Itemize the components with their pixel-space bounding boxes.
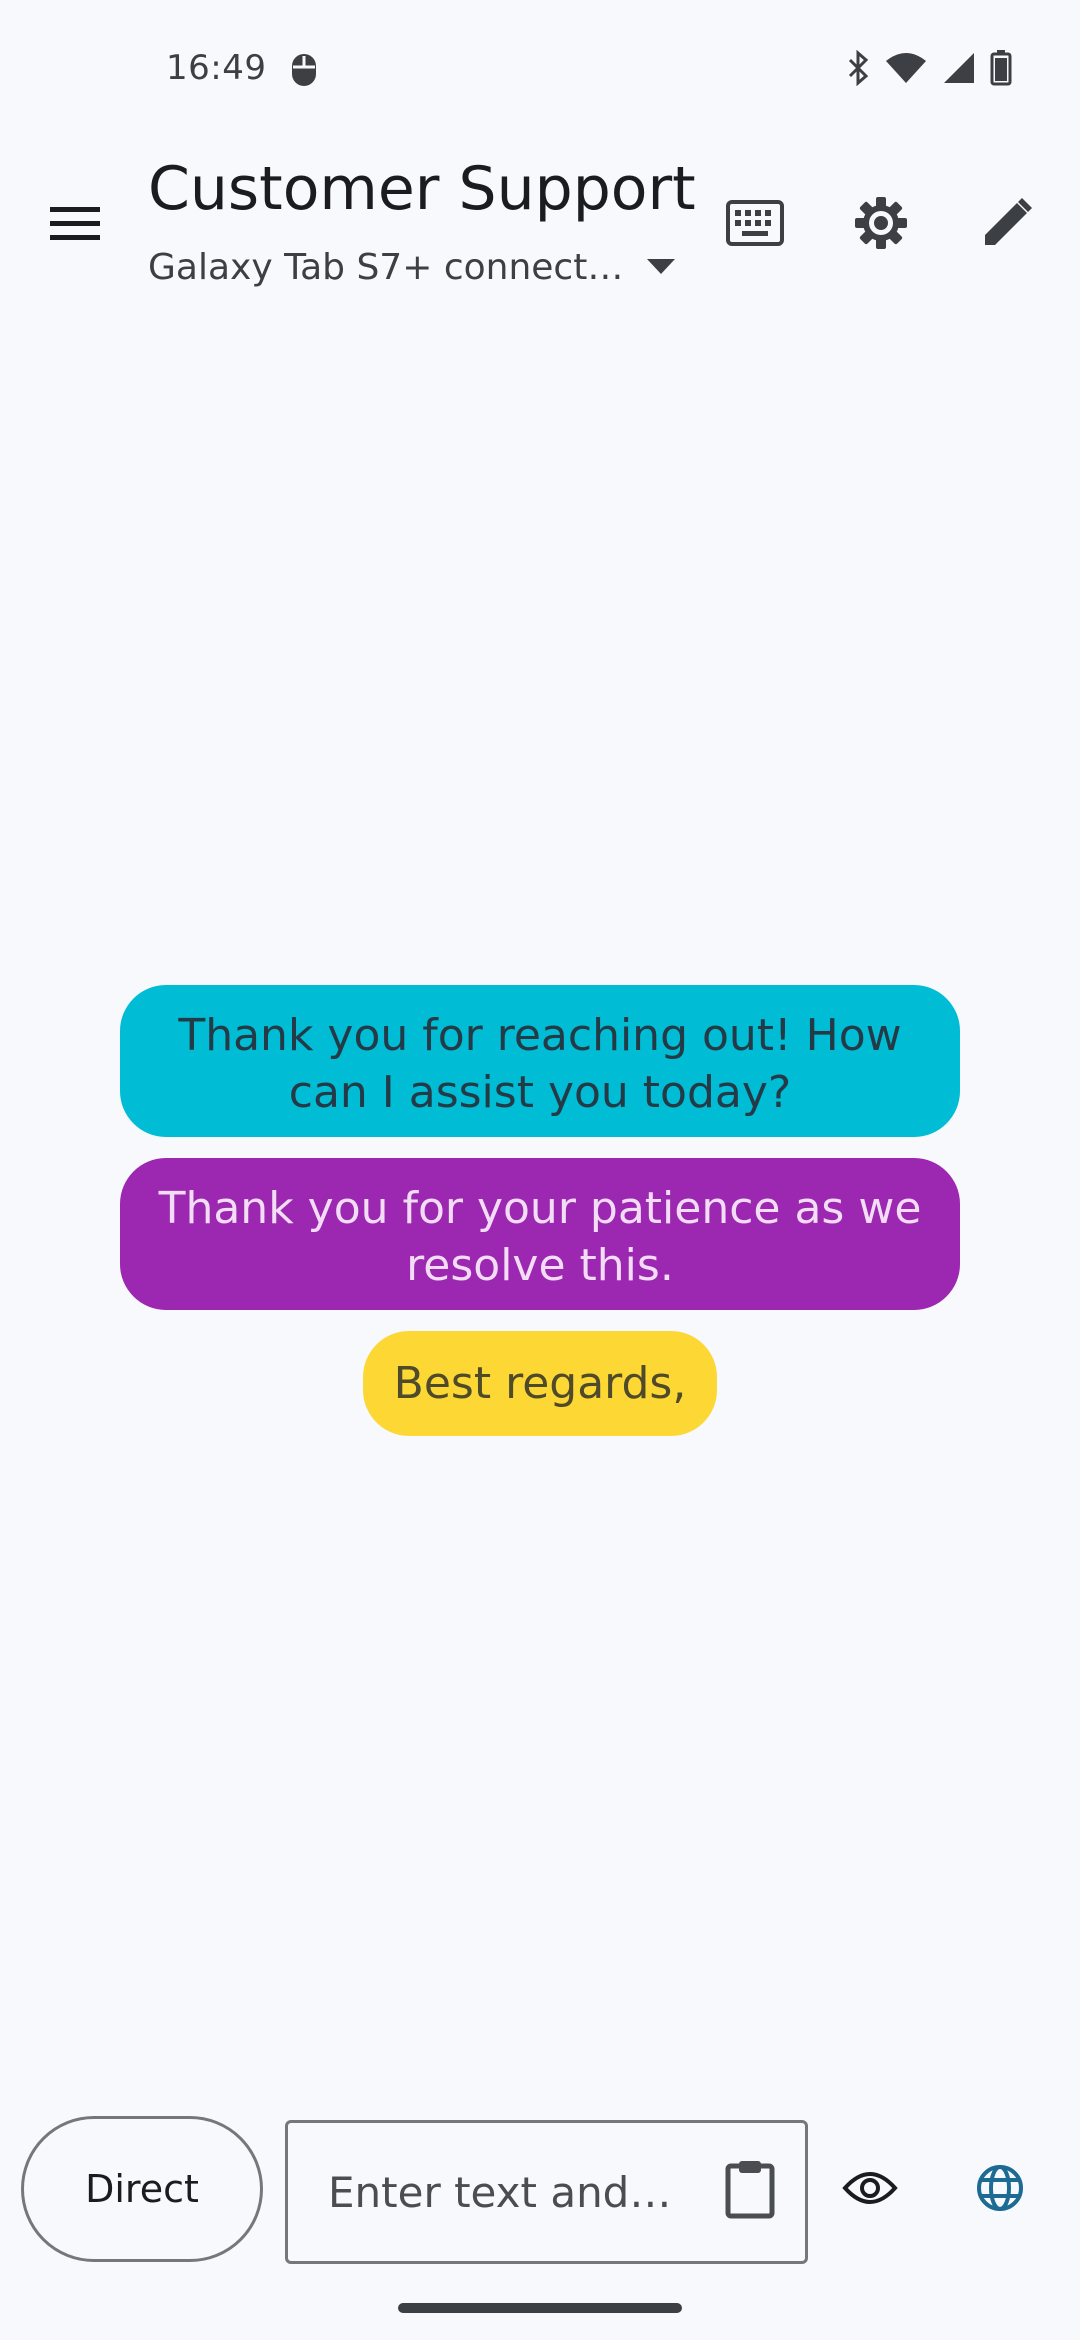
status-icons bbox=[846, 49, 1012, 90]
chevron-down-icon bbox=[647, 259, 676, 275]
direct-button[interactable]: Direct bbox=[21, 2116, 263, 2262]
message-input[interactable] bbox=[328, 2167, 688, 2217]
gear-icon bbox=[853, 195, 909, 255]
battery-icon bbox=[990, 50, 1012, 90]
mouse-icon bbox=[290, 52, 318, 92]
status-bar: 16:49 bbox=[0, 0, 1080, 140]
device-label: Galaxy Tab S7+ connect… bbox=[148, 246, 624, 288]
page-title: Customer Support bbox=[148, 154, 696, 224]
message-bubble[interactable]: Best regards, bbox=[363, 1331, 717, 1436]
keyboard-icon bbox=[726, 200, 784, 250]
status-time: 16:49 bbox=[166, 48, 267, 88]
clipboard-icon[interactable] bbox=[725, 2159, 775, 2223]
pencil-icon bbox=[981, 197, 1033, 253]
menu-icon bbox=[50, 205, 100, 245]
globe-icon bbox=[975, 2163, 1025, 2217]
settings-button[interactable] bbox=[836, 180, 926, 270]
app-bar: Customer Support Galaxy Tab S7+ connect… bbox=[0, 140, 1080, 300]
preview-button[interactable] bbox=[830, 2145, 910, 2235]
menu-button[interactable] bbox=[30, 180, 120, 270]
device-selector[interactable]: Galaxy Tab S7+ connect… bbox=[148, 232, 676, 302]
bluetooth-icon bbox=[846, 49, 870, 90]
signal-icon bbox=[942, 51, 976, 89]
home-indicator[interactable] bbox=[398, 2303, 682, 2313]
eye-icon bbox=[842, 2168, 898, 2212]
message-bubble[interactable]: Thank you for your patience as we resolv… bbox=[120, 1158, 960, 1310]
keyboard-button[interactable] bbox=[710, 180, 800, 270]
language-button[interactable] bbox=[955, 2145, 1045, 2235]
text-input-field bbox=[285, 2120, 808, 2264]
message-bubble[interactable]: Thank you for reaching out! How can I as… bbox=[120, 985, 960, 1137]
wifi-icon bbox=[884, 51, 928, 89]
edit-button[interactable] bbox=[962, 180, 1052, 270]
